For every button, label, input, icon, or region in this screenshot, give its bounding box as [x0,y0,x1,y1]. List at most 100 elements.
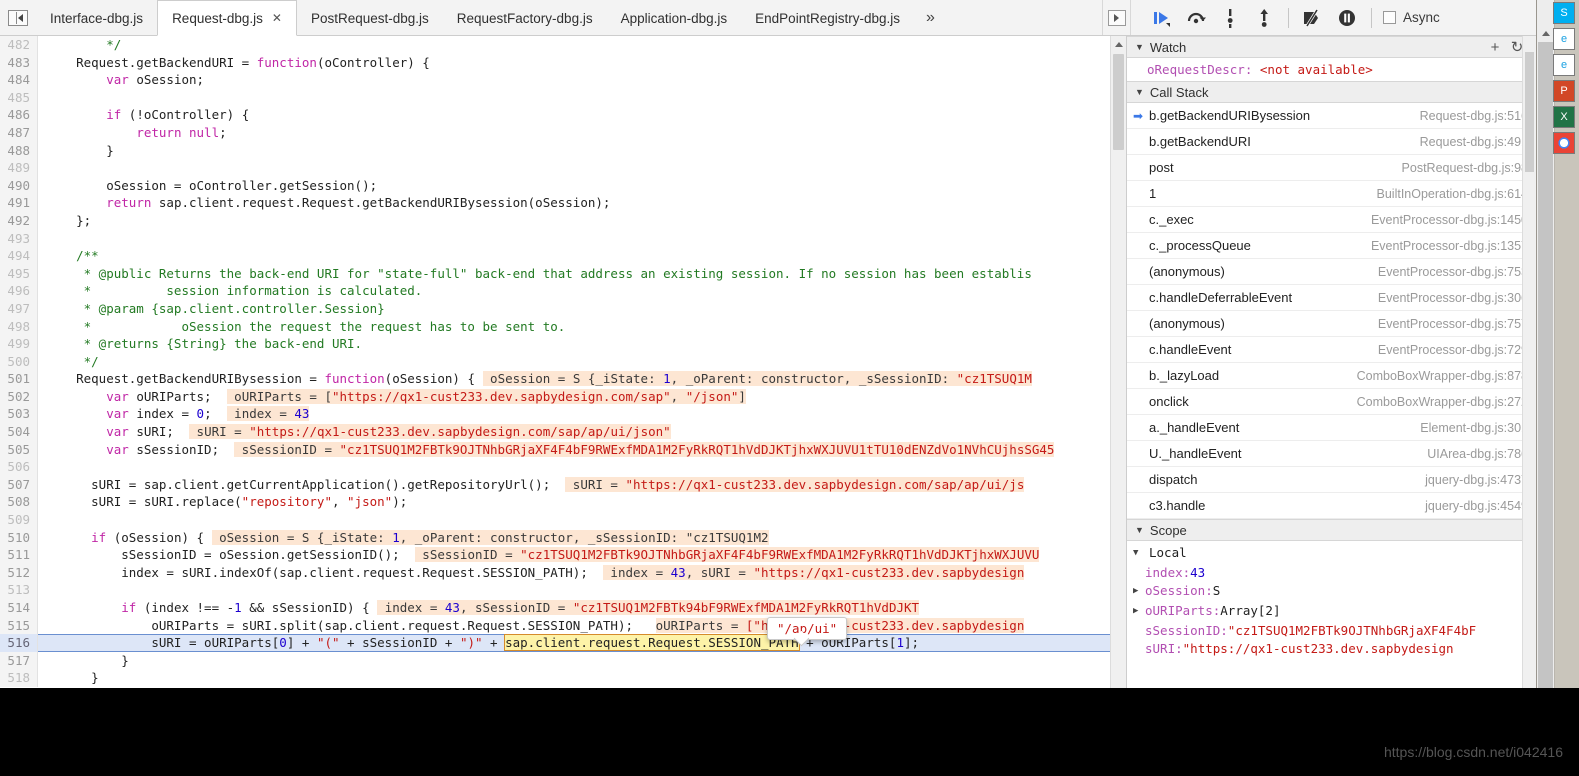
line-number[interactable]: 517 [0,651,38,670]
tab-endpointregistry-dbg[interactable]: EndPointRegistry-dbg.js [741,0,914,36]
more-tabs-icon[interactable]: » [914,0,947,35]
expand-panel-button[interactable] [1102,0,1130,35]
code-line[interactable]: 518 } [0,669,1126,687]
callstack-frame[interactable]: (anonymous) EventProcessor-dbg.js:753 [1127,259,1536,285]
line-number[interactable]: 516 [0,634,38,652]
code-line[interactable]: 487 return null; [0,123,1126,142]
scope-section-header[interactable]: ▼ Scope [1127,519,1536,541]
line-number[interactable]: 505 [0,440,38,459]
line-number[interactable]: 494 [0,247,38,265]
async-toggle[interactable]: Async [1383,10,1440,25]
line-number[interactable]: 487 [0,123,38,142]
callstack-frame[interactable]: U._handleEvent UIArea-dbg.js:786 [1127,441,1536,467]
code-line[interactable]: 508 sURI = sURI.replace("repository", "j… [0,493,1126,512]
line-number[interactable]: 507 [0,475,38,494]
line-number[interactable]: 482 [0,36,38,54]
scope-variable-row[interactable]: sURI: "https://qx1-cust233.dev.sapbydesi… [1127,639,1536,657]
line-number[interactable]: 502 [0,387,38,406]
code-line[interactable]: 499 * @returns {String} the back-end URI… [0,335,1126,353]
line-number[interactable]: 514 [0,599,38,617]
editor-scrollbar[interactable] [1110,36,1126,688]
step-out-button[interactable] [1247,1,1281,35]
code-line[interactable]: 501 Request.getBackendURIBysession = fun… [0,370,1126,388]
callstack-frame[interactable]: c.handleDeferrableEvent EventProcessor-db… [1127,285,1536,311]
code-line[interactable]: 498 * oSession the request the request h… [0,317,1126,336]
code-line-current[interactable]: 516 sURI = oURIParts[0] + "(" + sSession… [0,634,1126,652]
callstack-frame[interactable]: post PostRequest-dbg.js:98 [1127,155,1536,181]
line-number[interactable]: 488 [0,141,38,160]
source-code-editor[interactable]: 482 */483 Request.getBackendURI = functi… [0,36,1126,688]
code-line[interactable]: 503 var index = 0; index = 43 [0,405,1126,424]
tab-application-dbg[interactable]: Application-dbg.js [607,0,742,36]
line-number[interactable]: 508 [0,493,38,512]
line-number[interactable]: 499 [0,335,38,353]
callstack-frame[interactable]: dispatch jquery-dbg.js:4737 [1127,467,1536,493]
line-number[interactable]: 489 [0,159,38,177]
line-number[interactable]: 490 [0,176,38,195]
line-number[interactable]: 506 [0,458,38,476]
code-line[interactable]: 505 var sSessionID; sSessionID = "cz1TSU… [0,440,1126,459]
skype-icon[interactable]: S [1553,2,1575,24]
scope-variable-row[interactable]: ▶ oURIParts: Array[2] [1127,601,1536,621]
code-line[interactable]: 488 } [0,141,1126,160]
code-line[interactable]: 495 * @public Returns the back-end URI f… [0,264,1126,283]
line-number[interactable]: 501 [0,370,38,388]
line-number[interactable]: 515 [0,616,38,635]
chevron-down-icon[interactable]: ▼ [1135,525,1144,535]
tab-interface-dbg[interactable]: Interface-dbg.js [36,0,157,36]
code-line[interactable]: 500 */ [0,352,1126,371]
line-number[interactable]: 497 [0,299,38,318]
scroll-up-icon[interactable] [1537,26,1554,40]
callstack-frame[interactable]: c3.handle jquery-dbg.js:4549 [1127,493,1536,519]
code-line[interactable]: 513 [0,581,1126,599]
line-number[interactable]: 492 [0,211,38,230]
line-number[interactable]: 493 [0,229,38,248]
watch-expression-row[interactable]: oRequestDescr: <not available> [1127,58,1536,81]
callstack-frame[interactable]: b.getBackendURI Request-dbg.js:491 [1127,129,1536,155]
sidebar-scrollbar-thumb[interactable] [1525,52,1534,172]
code-line[interactable]: 517 } [0,651,1126,670]
callstack-frame[interactable]: onclick ComboBoxWrapper-dbg.js:272 [1127,389,1536,415]
code-line[interactable]: 493 [0,229,1126,248]
code-line[interactable]: 483 Request.getBackendURI = function(oCo… [0,53,1126,72]
code-line[interactable]: 504 var sURI; sURI = "https://qx1-cust23… [0,423,1126,441]
tab-postrequest-dbg[interactable]: PostRequest-dbg.js [297,0,443,36]
deactivate-breakpoints-button[interactable] [1296,1,1330,35]
code-line[interactable]: 510 if (oSession) { oSession = S {_iStat… [0,528,1126,547]
chevron-down-icon[interactable]: ▼ [1135,42,1144,52]
code-line[interactable]: 484 var oSession; [0,71,1126,89]
scope-variable-row[interactable]: sSessionID: "cz1TSUQ1M2FBTk9OJTNhbGRjaXF… [1127,621,1536,639]
code-line[interactable]: 489 [0,159,1126,177]
code-line[interactable]: 490 oSession = oController.getSession(); [0,176,1126,195]
scrollbar-thumb[interactable] [1113,54,1124,150]
code-line[interactable]: 509 [0,511,1126,529]
tab-requestfactory-dbg[interactable]: RequestFactory-dbg.js [443,0,607,36]
code-line[interactable]: 485 [0,88,1126,107]
code-line[interactable]: 512 index = sURI.indexOf(sap.client.requ… [0,563,1126,582]
callstack-frame[interactable]: ➡ b.getBackendURIBysession Request-dbg.js:… [1127,103,1536,129]
line-number[interactable]: 498 [0,317,38,336]
line-number[interactable]: 496 [0,282,38,300]
callstack-frame[interactable]: b._lazyLoad ComboBoxWrapper-dbg.js:878 [1127,363,1536,389]
step-over-button[interactable] [1179,1,1213,35]
line-number[interactable]: 503 [0,405,38,424]
code-line[interactable]: 497 * @param {sap.client.controller.Sess… [0,299,1126,318]
excel-icon[interactable]: X [1553,106,1575,128]
line-number[interactable]: 483 [0,53,38,72]
code-line[interactable]: 502 var oURIParts; oURIParts = ["https:/… [0,387,1126,406]
scope-group-local[interactable]: ▼ Local [1127,543,1536,563]
code-line[interactable]: 494 /** [0,247,1126,265]
chevron-down-icon[interactable]: ▼ [1135,87,1144,97]
callstack-frame[interactable]: c.handleEvent EventProcessor-dbg.js:729 [1127,337,1536,363]
chevron-right-icon[interactable]: ▶ [1133,603,1145,620]
line-number[interactable]: 491 [0,194,38,212]
chevron-right-icon[interactable]: ▶ [1133,583,1145,600]
tab-request-dbg[interactable]: Request-dbg.js ✕ [157,0,297,36]
watch-section-header[interactable]: ▼ Watch + ↻ [1127,36,1536,58]
powerpoint-icon[interactable]: P [1553,80,1575,102]
line-number[interactable]: 485 [0,88,38,107]
chrome-icon[interactable] [1553,132,1575,154]
code-line[interactable]: 482 */ [0,36,1126,54]
resume-button[interactable] [1145,1,1179,35]
line-number[interactable]: 511 [0,546,38,564]
